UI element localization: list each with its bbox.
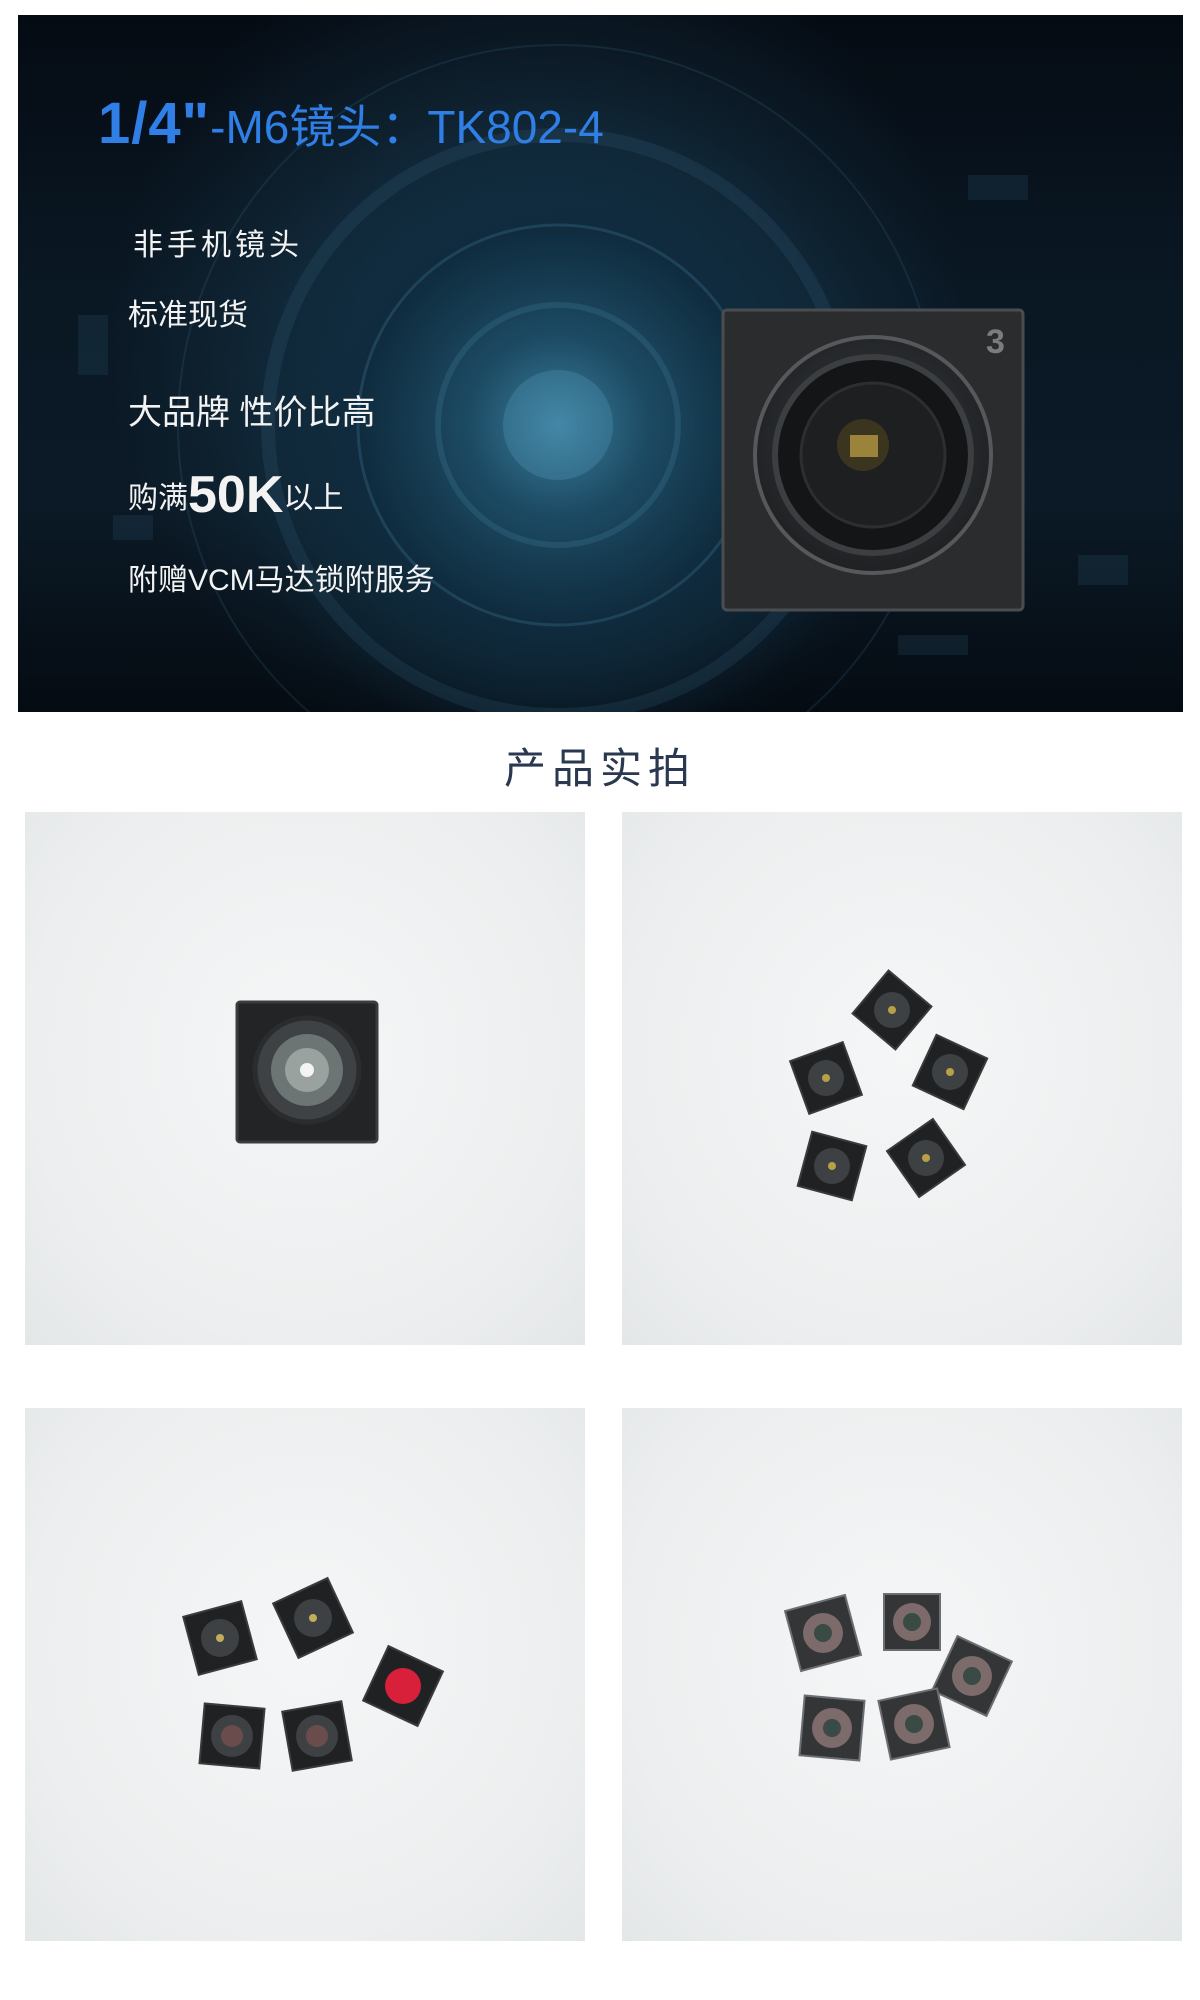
product-photo-five-lenses (622, 812, 1182, 1345)
hero-banner: 1/4"-M6镜头：TK802-4 非手机镜头 标准现货 大品牌 性价比高 购满… (18, 15, 1183, 712)
product-photo-lenses-red-cap (25, 1408, 585, 1941)
feature-vcm-service: 附赠VCM马达锁附服务 (128, 564, 435, 597)
min-order-suffix: 以上 (283, 482, 344, 515)
lens-marking: 3 (986, 323, 1005, 361)
section-title-product-photos: 产品实拍 (503, 745, 696, 792)
min-order-prefix: 购满 (128, 482, 188, 515)
feature-min-order: 购满50K以上 (128, 465, 343, 525)
product-title: 1/4"-M6镜头：TK802-4 (98, 90, 604, 157)
feature-brand-value: 大品牌 性价比高 (128, 394, 376, 432)
min-order-quantity: 50K (188, 466, 284, 524)
feature-in-stock: 标准现货 (128, 299, 248, 332)
lens-model-label: -M6镜头：TK802-4 (210, 101, 604, 153)
product-photo-single-lens (25, 812, 585, 1345)
lens-module-image: 3 (721, 308, 1025, 612)
feature-non-phone-lens: 非手机镜头 (133, 229, 303, 262)
lens-size-label: 1/4" (98, 91, 211, 156)
product-photo-lenses-grey (622, 1408, 1182, 1941)
